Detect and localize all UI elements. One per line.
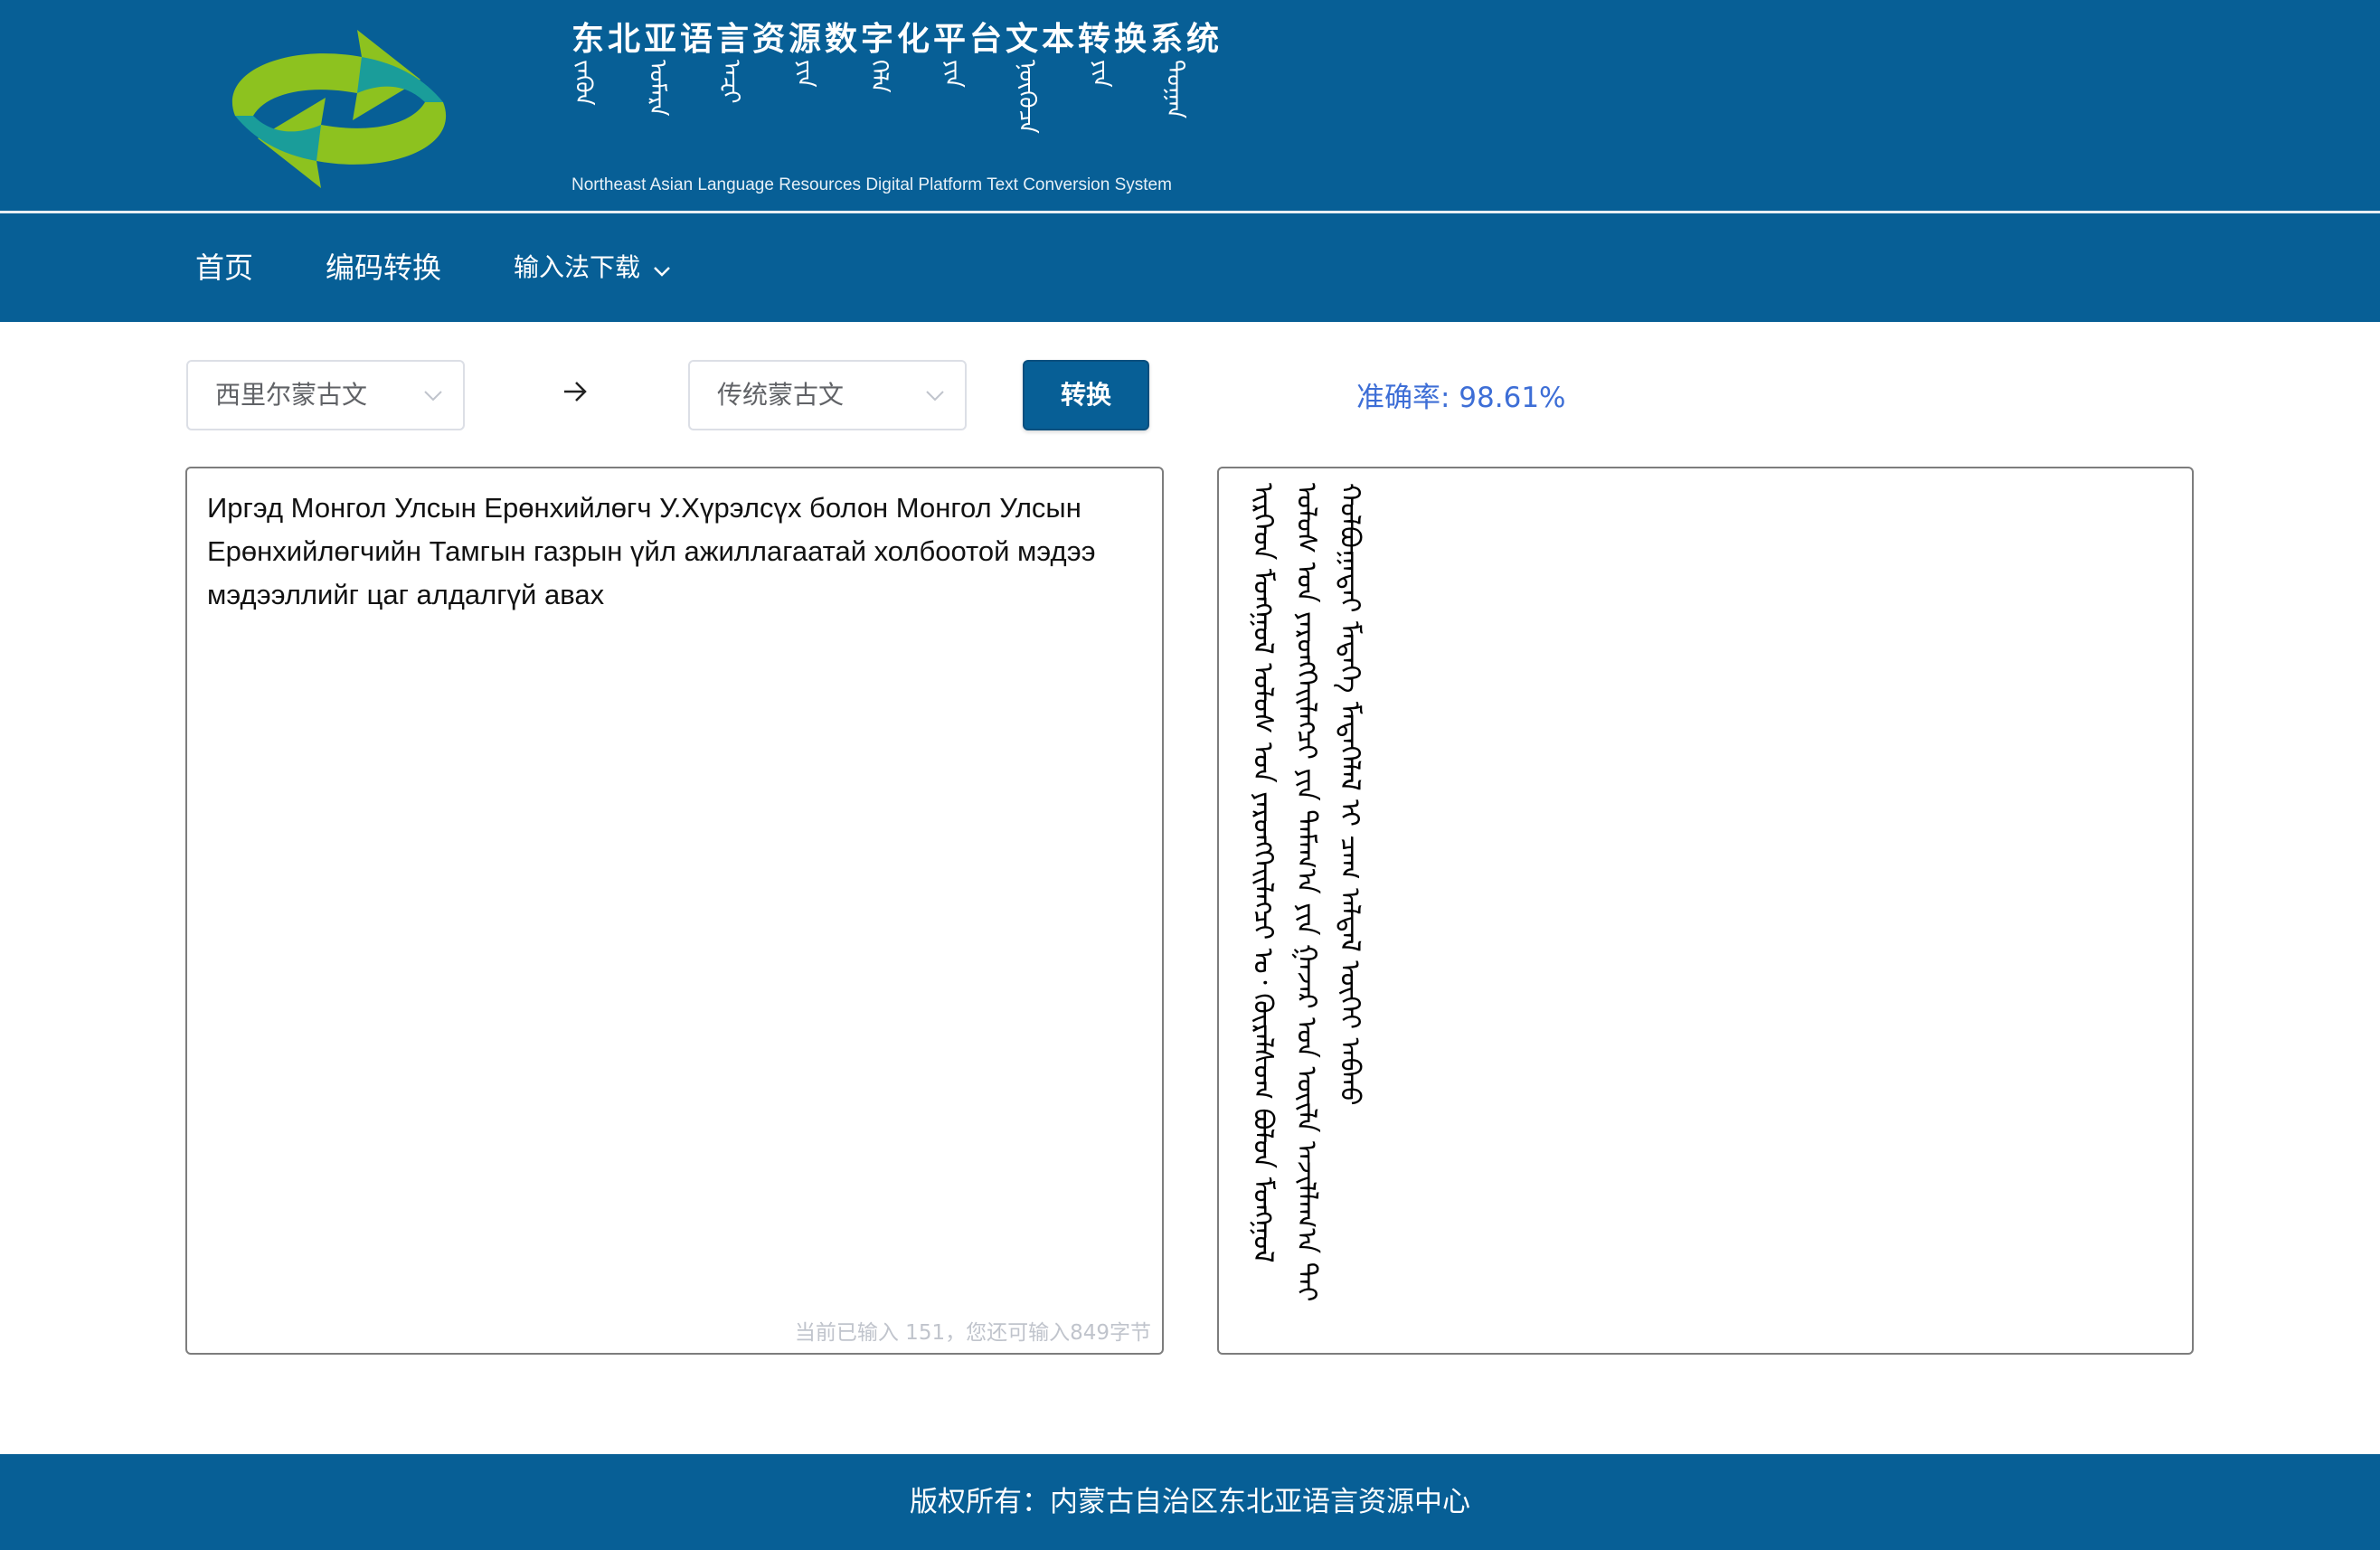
site-title-mongolian-word: ᠶᠢᠨ xyxy=(1089,60,1113,89)
chevron-down-icon xyxy=(925,388,945,405)
site-title-mongolian-word: ᠲᠣᠭᠠᠨ xyxy=(1163,60,1186,119)
site-title-mongolian: ᠵᠡᠭᠦᠨ ᠤᠮᠠᠷᠠ ᠠᠽᠢ ᠶᠢᠨ ᠬᠡᠯᠡ ᠶᠢᠨ ᠨᠦᠭᠦᠴᠡ ᠶᠢᠨ … xyxy=(571,60,1186,170)
nav-item-ime-download[interactable]: 输入法下载 xyxy=(514,213,671,322)
source-text-value[interactable]: Иргэд Монгол Улсын Ерөнхийлөгч У.Хүрэлсү… xyxy=(207,487,1144,617)
input-byte-counter: 当前已输入 151，您还可输入849字节 xyxy=(794,1321,1151,1345)
chevron-down-icon xyxy=(423,388,443,405)
convert-button[interactable]: 转换 xyxy=(1023,360,1149,430)
copyright-text: 版权所有：内蒙古自治区东北亚语言资源中心 xyxy=(910,1486,1470,1518)
site-title-mongolian-word: ᠶᠢᠨ xyxy=(793,60,817,89)
converted-text-output[interactable]: ᠢᠷᠭᠡᠳ ᠮᠣᠩᠭᠣᠯ ᠤᠯᠤᠰ ᠤᠨ ᠶᠡᠷᠦᠩᠬᠡᠢᠯᠡᠭᠴᠢ ᠤ᠂ ᠬᠦ… xyxy=(1217,467,2194,1355)
source-text-input[interactable]: Иргэд Монгол Улсын Ерөнхийлөгч У.Хүрэлсү… xyxy=(185,467,1164,1355)
site-title-mongolian-word: ᠶᠢᠨ xyxy=(940,60,965,89)
site-title-chinese: 东北亚语言资源数字化平台文本转换系统 xyxy=(571,20,1223,58)
site-footer: 版权所有：内蒙古自治区东北亚语言资源中心 xyxy=(0,1454,2380,1550)
target-language-select[interactable]: 传统蒙古文 xyxy=(688,360,967,430)
site-title-mongolian-word: ᠨᠦᠭᠦᠴᠡ xyxy=(1015,60,1039,135)
accuracy-readout: 准确率: 98.61% xyxy=(1356,382,1566,414)
main-nav: 首页 编码转换 输入法下载 xyxy=(0,213,2380,322)
converted-text-value: ᠢᠷᠭᠡᠳ ᠮᠣᠩᠭᠣᠯ ᠤᠯᠤᠰ ᠤᠨ ᠶᠡᠷᠦᠩᠬᠡᠢᠯᠡᠭᠴᠢ ᠤ᠂ ᠬᠦ… xyxy=(1247,483,1365,1302)
source-language-select[interactable]: 西里尔蒙古文 xyxy=(186,360,465,430)
chevron-down-icon xyxy=(653,214,671,323)
source-language-value: 西里尔蒙古文 xyxy=(215,380,368,410)
site-title-mongolian-word: ᠤᠮᠠᠷᠠ xyxy=(645,60,669,117)
site-title-mongolian-word: ᠠᠽᠢ xyxy=(719,60,743,104)
recycle-arrows-logo[interactable] xyxy=(181,16,497,202)
nav-item-encode-conversion[interactable]: 编码转换 xyxy=(326,213,441,322)
site-title-mongolian-word: ᠬᠡᠯᠡ xyxy=(867,60,891,94)
site-title-mongolian-word: ᠵᠡᠭᠦᠨ xyxy=(571,60,595,107)
arrow-right-icon xyxy=(562,380,588,407)
site-title-english: Northeast Asian Language Resources Digit… xyxy=(571,175,1172,194)
target-language-value: 传统蒙古文 xyxy=(717,380,845,410)
nav-item-ime-download-label: 输入法下载 xyxy=(514,252,641,282)
nav-item-home[interactable]: 首页 xyxy=(195,213,253,322)
site-header: 东北亚语言资源数字化平台文本转换系统 ᠵᠡᠭᠦᠨ ᠤᠮᠠᠷᠠ ᠠᠽᠢ ᠶᠢᠨ ᠬ… xyxy=(0,0,2380,213)
